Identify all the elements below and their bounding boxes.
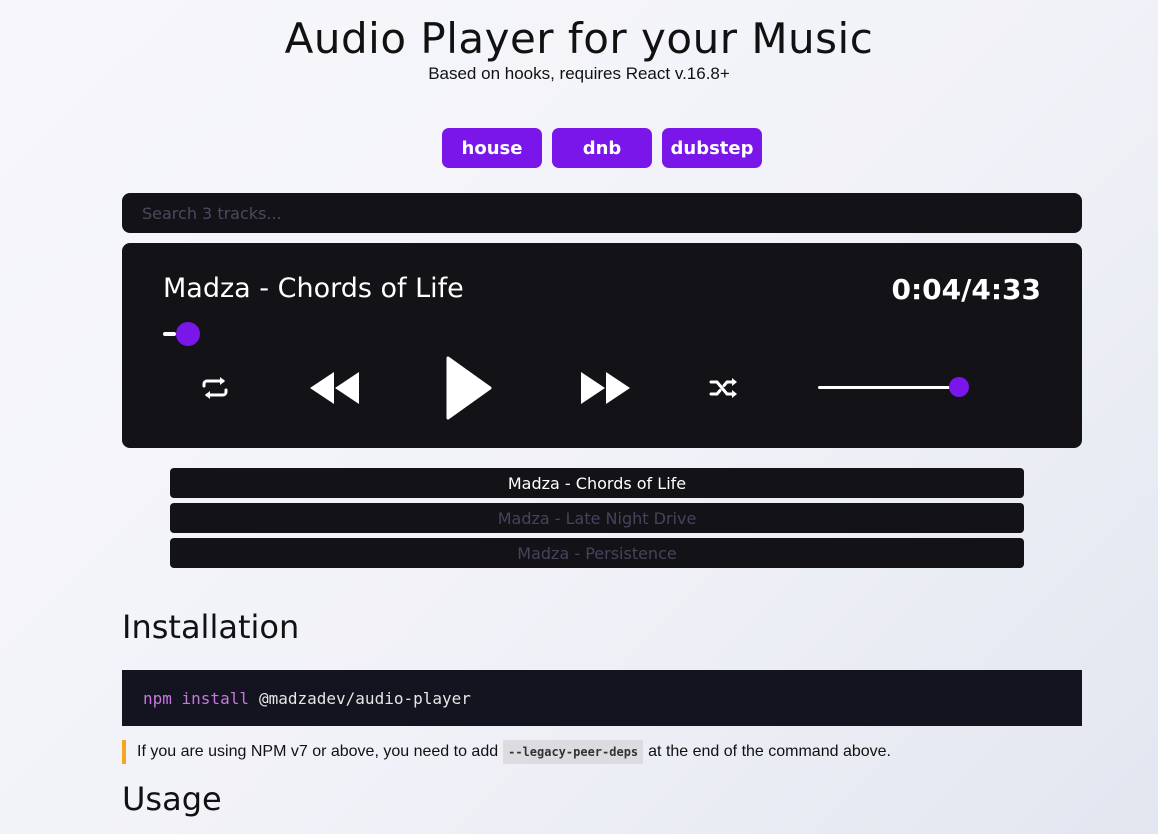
playlist: Madza - Chords of Life Madza - Late Nigh… bbox=[170, 468, 1024, 573]
volume-slider[interactable] bbox=[818, 377, 969, 397]
playlist-item[interactable]: Madza - Late Night Drive bbox=[170, 503, 1024, 533]
play-icon bbox=[446, 356, 492, 420]
playlist-item[interactable]: Madza - Chords of Life bbox=[170, 468, 1024, 498]
usage-heading: Usage bbox=[122, 780, 222, 818]
install-code-block: npm install @madzadev/audio-player bbox=[122, 670, 1082, 726]
volume-track bbox=[818, 386, 968, 389]
page-title: Audio Player for your Music bbox=[284, 14, 874, 63]
shuffle-button[interactable] bbox=[704, 371, 744, 405]
progress-fill bbox=[163, 332, 177, 336]
note-text-before: If you are using NPM v7 or above, you ne… bbox=[137, 743, 499, 760]
shuffle-icon bbox=[709, 378, 737, 398]
audio-player: Madza - Chords of Life 0:04/4:33 bbox=[122, 243, 1082, 448]
page-subtitle: Based on hooks, requires React v.16.8+ bbox=[428, 64, 730, 83]
rewind-button[interactable] bbox=[304, 363, 364, 413]
volume-thumb[interactable] bbox=[949, 377, 969, 397]
fast-forward-button[interactable] bbox=[576, 363, 636, 413]
tag-house-button[interactable]: house bbox=[442, 128, 542, 168]
repeat-icon bbox=[202, 377, 228, 399]
note-inline-code: --legacy-peer-deps bbox=[503, 740, 644, 764]
current-track-title: Madza - Chords of Life bbox=[163, 273, 464, 304]
install-note: If you are using NPM v7 or above, you ne… bbox=[122, 740, 891, 764]
search-tracks-input[interactable] bbox=[122, 193, 1082, 233]
fast-forward-icon bbox=[581, 372, 630, 404]
tag-filter-group: house dnb dubstep bbox=[442, 128, 762, 168]
tag-dubstep-button[interactable]: dubstep bbox=[662, 128, 762, 168]
playlist-item[interactable]: Madza - Persistence bbox=[170, 538, 1024, 568]
rewind-icon bbox=[310, 372, 359, 404]
progress-thumb[interactable] bbox=[176, 322, 201, 346]
code-package: @madzadev/audio-player bbox=[258, 688, 471, 708]
repeat-button[interactable] bbox=[195, 371, 235, 405]
track-time: 0:04/4:33 bbox=[891, 273, 1041, 306]
note-text-after: at the end of the command above. bbox=[648, 743, 891, 760]
play-button[interactable] bbox=[438, 353, 498, 423]
installation-heading: Installation bbox=[122, 608, 300, 646]
code-command: npm install bbox=[143, 688, 249, 708]
progress-slider[interactable] bbox=[163, 322, 1041, 346]
tag-dnb-button[interactable]: dnb bbox=[552, 128, 652, 168]
